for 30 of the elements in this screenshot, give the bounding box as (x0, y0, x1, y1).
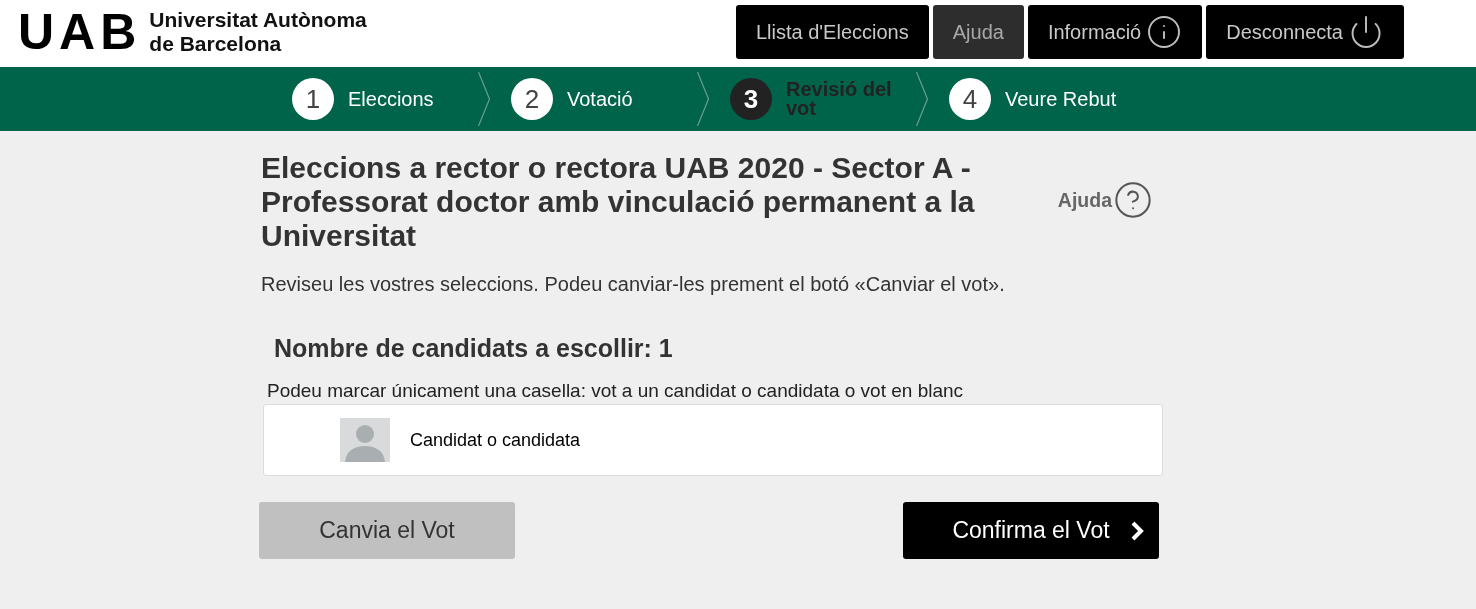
step-number: 4 (949, 78, 991, 120)
help-icon (1113, 180, 1153, 220)
confirm-button[interactable]: Confirma el Vot (903, 502, 1159, 559)
nav-button[interactable]: Desconnecta (1206, 5, 1404, 59)
step-label: Veure Rebut (1005, 89, 1118, 109)
election-title: Eleccions a rector o rectora UAB 2020 - Sector A - Professorat doctor amb vinculació permanent a la Universitat (261, 151, 976, 253)
step-label: Revisió del vot (786, 80, 893, 118)
step-divider-icon (697, 72, 709, 126)
ballot-heading: Nombre de candidats a escollir: 1 (274, 333, 674, 363)
person-silhouette-icon (340, 418, 390, 462)
logo-mark: UAB (18, 7, 142, 57)
candidate-name: Candidat o candidata (410, 429, 581, 451)
nav-button[interactable]: Llista d'Eleccions (735, 5, 929, 59)
logo-name: Universitat Autònoma (149, 8, 367, 32)
step-divider-icon (916, 72, 928, 126)
chevron-right-icon (1129, 520, 1144, 541)
step-number: 3 (730, 78, 772, 120)
ballot-hint: Podeu marcar únicament una casella: vot a un candidat o candidata o vot en blanc (267, 380, 965, 402)
instructions-text: Reviseu les vostres seleccions. Podeu canviar-les prement el botó «Canviar el vot». (261, 272, 1006, 296)
nav-button[interactable]: Ajuda (932, 5, 1024, 59)
help-link[interactable]: Ajuda (1057, 180, 1153, 220)
nav-button[interactable]: Informació (1027, 5, 1203, 59)
step-label: Eleccions (348, 89, 435, 109)
info-icon (1146, 14, 1183, 50)
step-number: 2 (511, 78, 553, 120)
change-vote-button[interactable]: Canvia el Vot (259, 502, 515, 559)
step-divider-icon (478, 72, 490, 126)
step-label: Votació (567, 89, 634, 109)
step-number: 1 (292, 78, 334, 120)
logo-name: de Barcelona (149, 32, 283, 56)
